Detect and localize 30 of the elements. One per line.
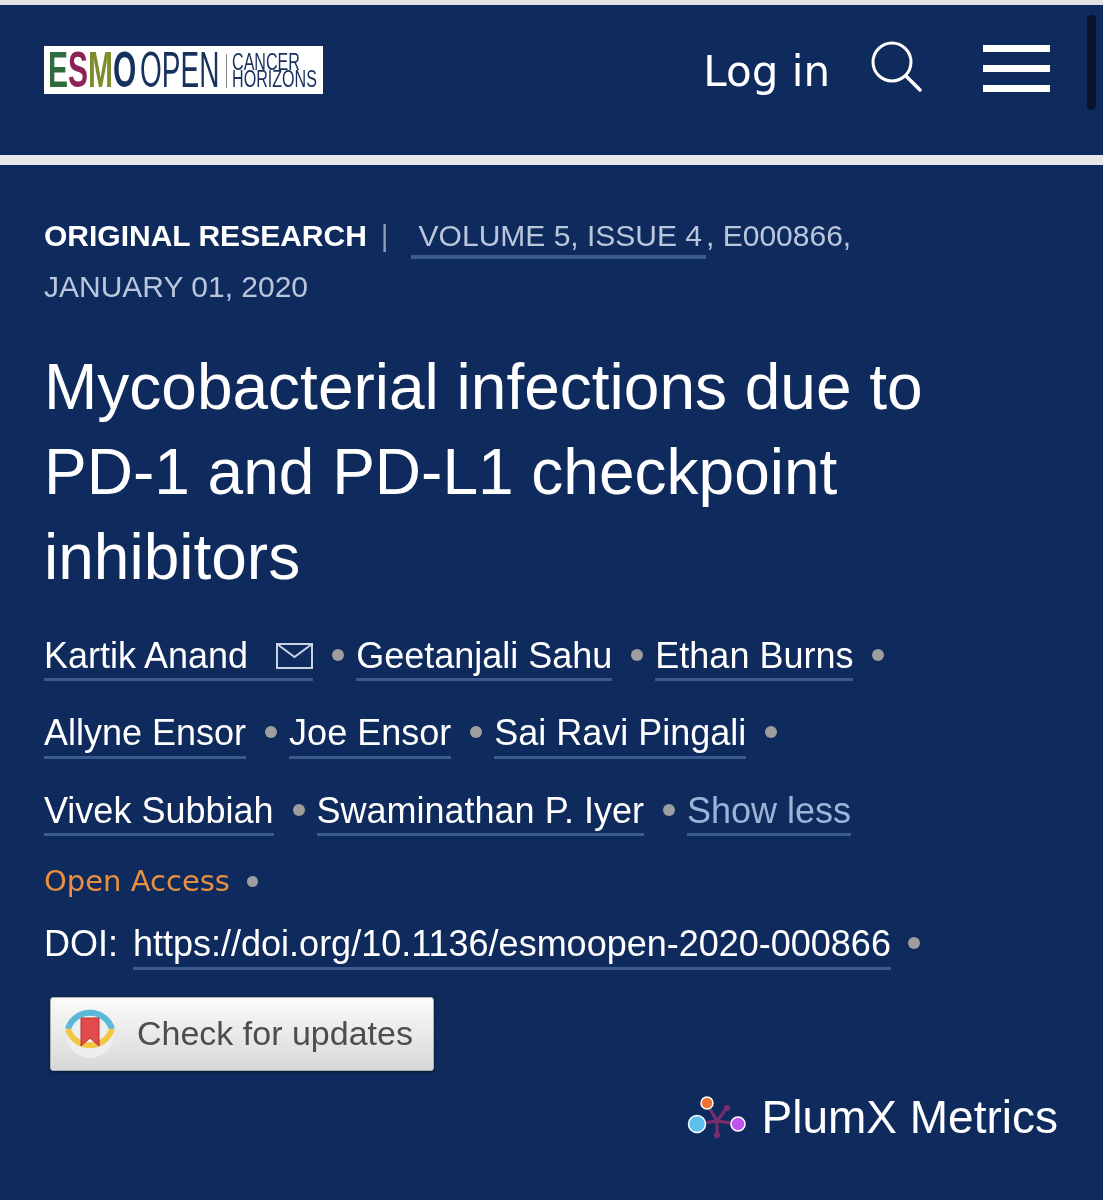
search-icon[interactable] bbox=[870, 40, 922, 92]
logo-tagline: HORIZONS bbox=[232, 71, 317, 88]
scrollbar[interactable] bbox=[1087, 15, 1096, 110]
author-link[interactable]: Sai Ravi Pingali bbox=[494, 712, 747, 759]
logo-wordmark: ESMO bbox=[48, 46, 137, 94]
author-link[interactable]: Swaminathan P. Iyer bbox=[316, 789, 644, 837]
menu-icon[interactable] bbox=[983, 45, 1050, 92]
author-link[interactable]: Kartik Anand bbox=[44, 635, 314, 682]
doi-label: DOI: bbox=[44, 923, 118, 965]
network-icon bbox=[686, 1094, 747, 1139]
author-link[interactable]: Allyne Ensor bbox=[44, 712, 247, 759]
separator: | bbox=[380, 219, 389, 252]
doi-link[interactable]: https://doi.org/10.1136/esmoopen-2020-000866 bbox=[133, 923, 891, 970]
issue-link[interactable]: VOLUME 5, ISSUE 4 bbox=[410, 219, 707, 259]
article-type: ORIGINAL RESEARCH bbox=[44, 219, 367, 252]
access-label: Open Access bbox=[44, 863, 230, 901]
article-title: Mycobacterial infections due to PD-1 and PD-L1 checkpoint inhibitors bbox=[44, 350, 924, 595]
metrics-link[interactable]: PlumX Metrics bbox=[686, 1090, 1058, 1143]
citation-text: , E000866, bbox=[706, 219, 852, 252]
check-for-updates-button[interactable]: Check for updates bbox=[50, 996, 434, 1071]
show-less-link[interactable]: Show less bbox=[687, 789, 852, 837]
author-link[interactable]: Geetanjali Sahu bbox=[356, 635, 613, 682]
publication-date: JANUARY 01, 2020 bbox=[44, 269, 309, 305]
author-link[interactable]: Joe Ensor bbox=[289, 712, 452, 759]
author-link[interactable]: Ethan Burns bbox=[655, 635, 854, 682]
author-link[interactable]: Vivek Subbiah bbox=[44, 789, 274, 837]
mail-icon[interactable] bbox=[276, 642, 314, 669]
logo-title: OPEN bbox=[140, 46, 220, 94]
login-link[interactable]: Log in bbox=[703, 46, 830, 98]
logo-tagline: CANCER bbox=[232, 54, 300, 71]
